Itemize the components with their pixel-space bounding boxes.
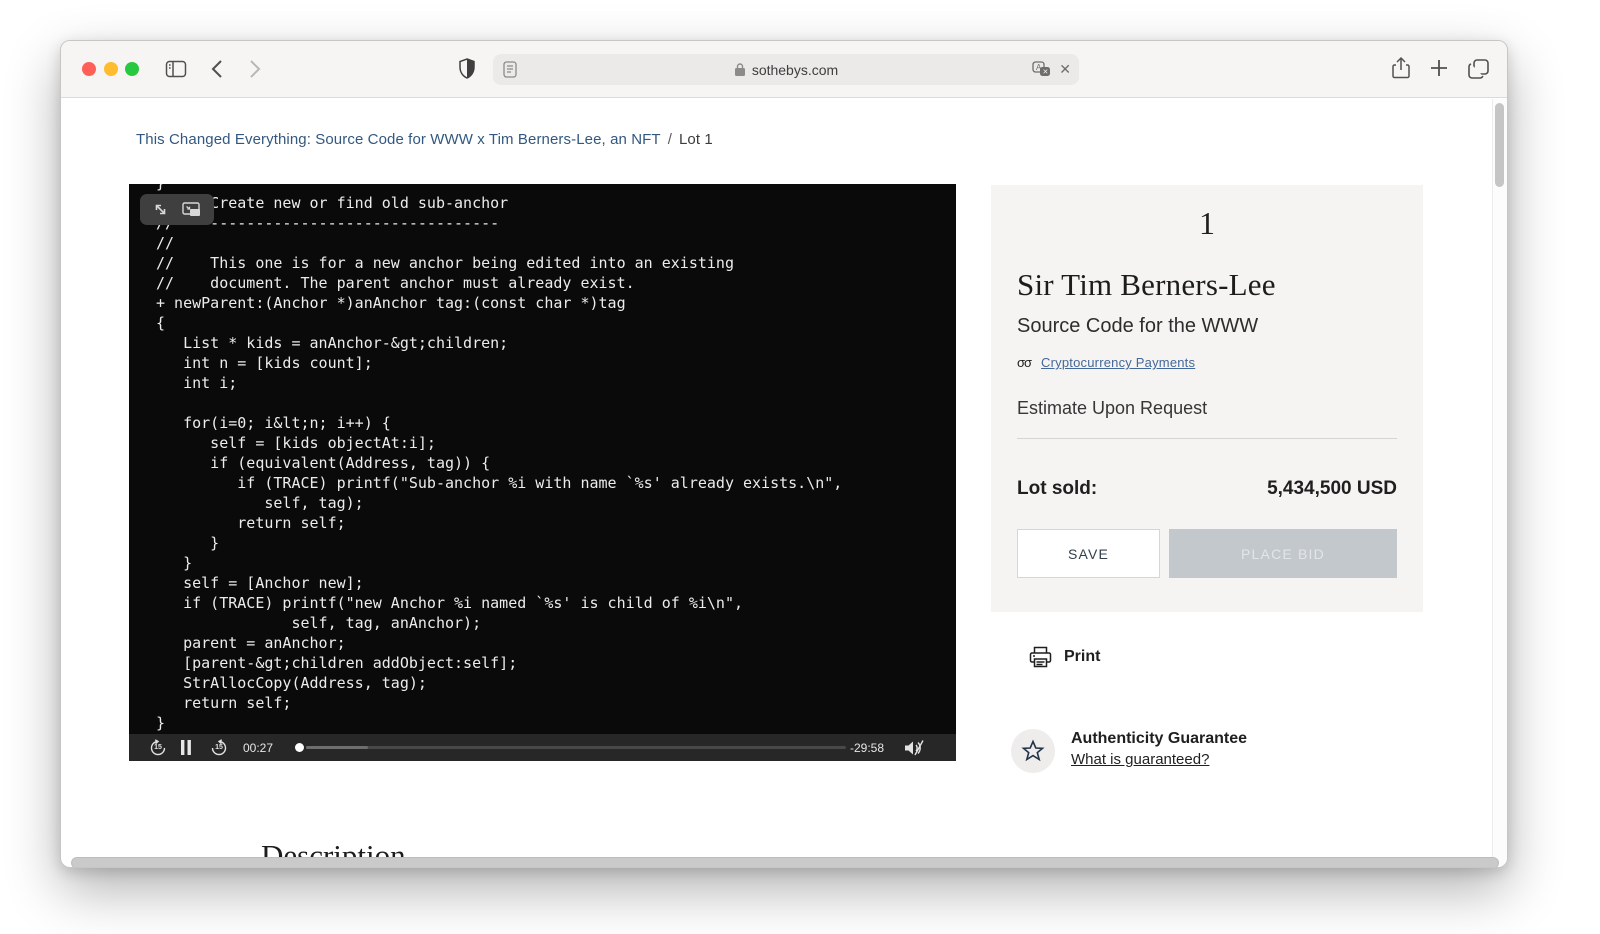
card-divider	[1017, 438, 1397, 439]
print-label: Print	[1064, 648, 1100, 666]
printer-icon	[1029, 646, 1052, 668]
lot-sold-label: Lot sold:	[1017, 478, 1097, 500]
pause-icon[interactable]	[180, 740, 192, 755]
skip-forward-15-icon[interactable]: 15	[210, 739, 228, 757]
cryptocurrency-row: σσ Cryptocurrency Payments	[1017, 355, 1195, 370]
back-button[interactable]	[211, 59, 223, 79]
estimate-text: Estimate Upon Request	[1017, 398, 1207, 419]
video-progress-knob[interactable]	[295, 743, 304, 752]
video-control-bar: 15 15 00:27 -29:58	[129, 734, 956, 761]
new-tab-icon[interactable]	[1429, 57, 1449, 79]
browser-window: sothebys.com A ✕ ✕	[60, 40, 1508, 868]
close-window-button[interactable]	[82, 62, 96, 76]
horizontal-scrollbar-thumb[interactable]	[71, 857, 1499, 868]
muted-volume-icon[interactable]	[903, 739, 925, 757]
video-code: } // Create new or find old sub-anchor /…	[156, 184, 842, 733]
breadcrumb-sale-link[interactable]: This Changed Everything: Source Code for…	[136, 131, 661, 148]
privacy-shield-icon[interactable]	[458, 57, 476, 81]
authenticity-title: Authenticity Guarantee	[1071, 730, 1247, 748]
lot-sold-value: 5,434,500 USD	[1267, 478, 1397, 500]
tab-overview-icon[interactable]	[1467, 57, 1491, 81]
url-text: sothebys.com	[752, 62, 838, 78]
skip-back-15-icon[interactable]: 15	[149, 739, 167, 757]
minimize-window-button[interactable]	[104, 62, 118, 76]
stop-loading-icon[interactable]: ✕	[1059, 61, 1071, 78]
vertical-scrollbar-thumb[interactable]	[1495, 103, 1504, 187]
breadcrumb: This Changed Everything: Source Code for…	[136, 131, 713, 148]
sidebar-toggle-icon[interactable]	[165, 59, 187, 79]
fullscreen-icon[interactable]	[153, 202, 168, 217]
lock-icon	[734, 62, 746, 77]
video-progress-track[interactable]	[306, 746, 846, 749]
svg-text:✕: ✕	[1043, 69, 1049, 76]
cryptocurrency-payments-link[interactable]: Cryptocurrency Payments	[1041, 355, 1195, 370]
video-overlay-controls	[140, 194, 214, 225]
address-bar[interactable]: sothebys.com A ✕ ✕	[493, 54, 1079, 85]
cryptocurrency-icon: σσ	[1017, 355, 1031, 370]
place-bid-button[interactable]: PLACE BID	[1169, 529, 1397, 578]
forward-button[interactable]	[249, 59, 261, 79]
browser-titlebar: sothebys.com A ✕ ✕	[61, 41, 1507, 98]
vertical-scrollbar-track	[1492, 99, 1507, 867]
remaining-time: -29:58	[850, 741, 884, 755]
lot-number: 1	[991, 205, 1423, 242]
what-is-guaranteed-link[interactable]: What is guaranteed?	[1071, 751, 1209, 768]
breadcrumb-current: Lot 1	[679, 131, 713, 148]
picture-in-picture-icon[interactable]	[182, 202, 201, 217]
lot-video-player[interactable]: } // Create new or find old sub-anchor /…	[129, 184, 956, 761]
share-icon[interactable]	[1391, 56, 1411, 81]
translate-icon[interactable]: A ✕	[1032, 61, 1051, 78]
artist-name: Sir Tim Berners-Lee	[1017, 267, 1276, 303]
lot-info-card: 1 Sir Tim Berners-Lee Source Code for th…	[991, 185, 1423, 612]
zoom-window-button[interactable]	[125, 62, 139, 76]
breadcrumb-separator: /	[668, 131, 672, 148]
print-action[interactable]: Print	[1029, 646, 1100, 668]
work-title: Source Code for the WWW	[1017, 315, 1258, 338]
star-icon	[1011, 729, 1055, 773]
save-button[interactable]: SAVE	[1017, 529, 1160, 578]
elapsed-time: 00:27	[243, 741, 273, 755]
